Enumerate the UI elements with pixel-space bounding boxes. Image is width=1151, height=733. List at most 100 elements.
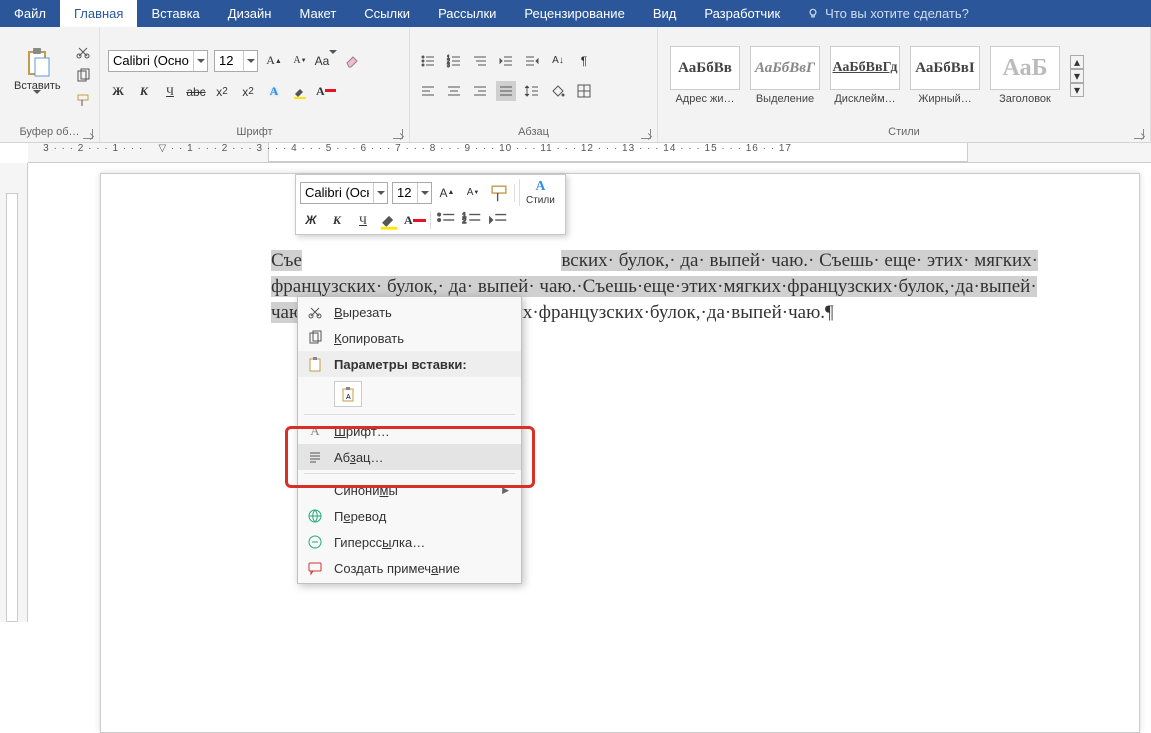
font-name-combo[interactable] [108, 50, 208, 72]
document-page[interactable]: Съе вских· булок,· да· выпей· чаю.· Съеш… [100, 173, 1140, 733]
chevron-down-icon[interactable] [417, 183, 431, 203]
shrink-font-button[interactable]: A▼ [290, 51, 310, 71]
justify-button[interactable] [496, 81, 516, 101]
tab-insert[interactable]: Вставка [137, 0, 213, 27]
line-spacing-button[interactable] [522, 81, 542, 101]
cm-cut[interactable]: Вырезать [298, 299, 521, 325]
cm-paragraph[interactable]: Абзац… [298, 444, 521, 470]
styles-expand[interactable]: ▾ [1070, 83, 1084, 97]
cm-comment-label: Создать примечание [334, 561, 460, 576]
cm-synonyms[interactable]: Синонимы ▶ [298, 477, 521, 503]
subscript-button[interactable]: x2 [212, 82, 232, 102]
sort-button[interactable]: А↓ [548, 51, 568, 71]
chevron-down-icon [329, 54, 337, 68]
shading-button[interactable] [548, 81, 568, 101]
cm-translate[interactable]: Перевод [298, 503, 521, 529]
paste-button[interactable]: Вставить [8, 44, 67, 108]
cut-button[interactable] [73, 42, 93, 62]
numbering-button[interactable]: 123 [444, 51, 464, 71]
mini-bold[interactable]: Ж [300, 210, 322, 230]
tab-layout[interactable]: Макет [285, 0, 350, 27]
style-emphasis[interactable]: АаБбВвГВыделение [746, 44, 824, 107]
align-left-button[interactable] [418, 81, 438, 101]
paragraph-launcher[interactable] [641, 129, 651, 139]
mini-size-input[interactable] [393, 185, 417, 200]
chevron-down-icon [33, 94, 41, 106]
text-effects-button[interactable]: A [264, 82, 284, 102]
align-center-button[interactable] [444, 81, 464, 101]
font-launcher[interactable] [393, 129, 403, 139]
mini-size-combo[interactable] [392, 182, 432, 204]
cm-synonyms-label: Синонимы [334, 483, 398, 498]
multilevel-icon [472, 53, 488, 69]
mini-bullets[interactable] [435, 210, 457, 230]
mini-shrink-font[interactable]: A▼ [462, 183, 484, 203]
style-heading[interactable]: АаБЗаголовок [986, 44, 1064, 107]
mini-format-painter[interactable] [488, 183, 510, 203]
mini-underline[interactable]: Ч [352, 210, 374, 230]
styles-scroll-up[interactable]: ▴ [1070, 55, 1084, 69]
style-disclaimer[interactable]: АаБбВвГдДисклейм… [826, 44, 904, 107]
mini-styles-button[interactable]: A Стили [519, 179, 561, 206]
tab-view[interactable]: Вид [639, 0, 691, 27]
cm-font-label: Шрифт… [334, 424, 390, 439]
clear-format-button[interactable] [342, 51, 362, 71]
align-right-button[interactable] [470, 81, 490, 101]
horizontal-ruler[interactable]: 3 · · · 2 · · · 1 · · · ▽ · · 1 · · · 2 … [28, 143, 1151, 163]
tab-developer[interactable]: Разработчик [690, 0, 794, 27]
tab-design[interactable]: Дизайн [214, 0, 286, 27]
mini-outdent[interactable] [487, 210, 509, 230]
cm-font[interactable]: A Шрифт… [298, 418, 521, 444]
underline-button[interactable]: Ч [160, 82, 180, 102]
tab-review[interactable]: Рецензирование [510, 0, 638, 27]
format-painter-button[interactable] [73, 90, 93, 110]
font-size-combo[interactable] [214, 50, 258, 72]
mini-font-color[interactable]: A [404, 210, 426, 230]
cm-comment[interactable]: Создать примечание [298, 555, 521, 581]
multilevel-button[interactable] [470, 51, 490, 71]
show-marks-button[interactable]: ¶ [574, 51, 594, 71]
cm-copy[interactable]: Копировать [298, 325, 521, 351]
bold-button[interactable]: Ж [108, 82, 128, 102]
mini-highlight[interactable] [378, 210, 400, 230]
italic-button[interactable]: К [134, 82, 154, 102]
mini-font-input[interactable] [301, 185, 373, 200]
text-segment: Съе [271, 250, 302, 271]
copy-button[interactable] [73, 66, 93, 86]
font-size-input[interactable] [215, 53, 243, 68]
tell-me[interactable]: Что вы хотите сделать? [794, 0, 981, 27]
brush-icon [488, 182, 510, 204]
vertical-ruler[interactable] [0, 163, 28, 622]
superscript-button[interactable]: x2 [238, 82, 258, 102]
styles-launcher[interactable] [1134, 129, 1144, 139]
style-bold[interactable]: АаБбВвІЖирный… [906, 44, 984, 107]
mini-numbering[interactable]: 12 [461, 210, 483, 230]
strike-button[interactable]: abc [186, 82, 206, 102]
increase-indent-button[interactable] [522, 51, 542, 71]
tab-file[interactable]: Файл [0, 0, 60, 27]
tab-mailings[interactable]: Рассылки [424, 0, 510, 27]
chevron-down-icon[interactable] [193, 51, 207, 71]
style-address[interactable]: АаБбВвАдрес жи… [666, 44, 744, 107]
cm-paste-keep-source[interactable]: A [334, 381, 362, 407]
mini-font-combo[interactable] [300, 182, 388, 204]
mini-grow-font[interactable]: A▲ [436, 183, 458, 203]
borders-button[interactable] [574, 81, 594, 101]
clipboard-launcher[interactable] [83, 129, 93, 139]
tab-home[interactable]: Главная [60, 0, 137, 27]
grow-font-button[interactable]: A▲ [264, 51, 284, 71]
change-case-button[interactable]: Aa [316, 51, 336, 71]
highlight-button[interactable] [290, 82, 310, 102]
bullets-button[interactable] [418, 51, 438, 71]
cm-paragraph-label: Абзац… [334, 450, 384, 465]
cm-hyperlink[interactable]: Гиперссылка… [298, 529, 521, 555]
font-name-input[interactable] [109, 53, 193, 68]
mini-italic[interactable]: К [326, 210, 348, 230]
chevron-down-icon[interactable] [243, 51, 257, 71]
decrease-indent-button[interactable] [496, 51, 516, 71]
font-color-button[interactable]: A [316, 82, 336, 102]
styles-scroll-down[interactable]: ▾ [1070, 69, 1084, 83]
chevron-down-icon[interactable] [373, 183, 387, 203]
line-spacing-icon [524, 83, 540, 99]
tab-references[interactable]: Ссылки [350, 0, 424, 27]
